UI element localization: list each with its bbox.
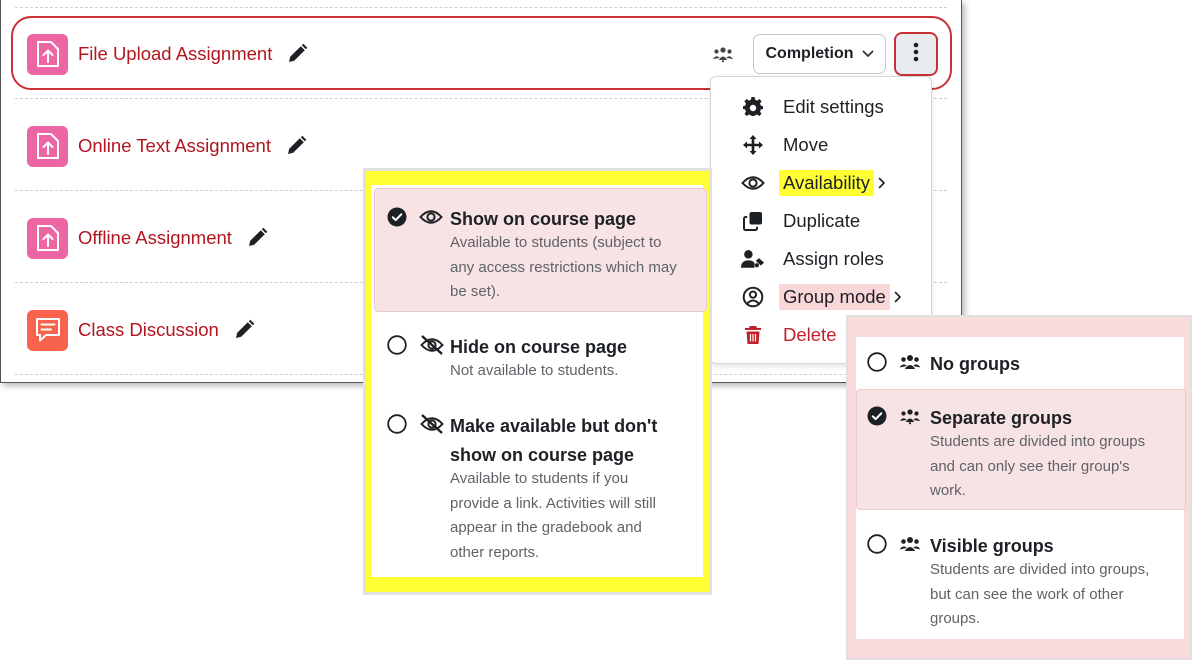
- chevron-right-icon: [894, 291, 902, 303]
- availability-submenu: Show on course page Available to student…: [371, 185, 707, 577]
- row-divider: [15, 7, 947, 8]
- activity-row-online-text[interactable]: Online Text Assignment: [27, 125, 307, 167]
- kebab-menu-icon: [913, 42, 919, 67]
- description-line: Not available to students.: [450, 362, 619, 379]
- visible-groups-icon: [899, 534, 925, 554]
- option-description: Students are divided into groups, but ca…: [930, 558, 1149, 632]
- chevron-right-icon: [878, 177, 886, 189]
- radio-unchecked-icon[interactable]: [867, 352, 887, 372]
- menu-item-label: Availability: [779, 170, 875, 196]
- description-line: but can see the work of other: [930, 585, 1124, 603]
- move-icon: [741, 134, 765, 156]
- option-description: Available to students (subject to any ac…: [450, 231, 677, 305]
- description-line: appear in the gradebook and: [450, 519, 642, 536]
- activity-row-offline[interactable]: Offline Assignment: [27, 217, 268, 259]
- availability-submenu-highlight: Show on course page Available to student…: [363, 168, 712, 595]
- menu-item-delete[interactable]: Delete: [741, 320, 842, 350]
- pencil-icon[interactable]: [285, 135, 307, 157]
- activity-link[interactable]: Class Discussion: [78, 319, 219, 341]
- pencil-icon[interactable]: [246, 227, 268, 249]
- completion-label: Completion: [765, 45, 854, 62]
- description-line: Available to students if you: [450, 470, 629, 487]
- option-title: No groups: [930, 354, 1020, 374]
- option-title: Make available but don't show on course …: [450, 412, 657, 470]
- description-line: and can only see their group's: [930, 457, 1130, 475]
- eye-slash-icon: [419, 335, 445, 355]
- radio-unchecked-icon[interactable]: [387, 414, 407, 434]
- description-line: other reports.: [450, 543, 540, 561]
- radio-unchecked-icon[interactable]: [387, 335, 407, 355]
- eye-icon: [419, 207, 445, 227]
- assignment-icon: [27, 33, 68, 75]
- menu-item-label: Assign roles: [783, 248, 884, 269]
- menu-item-label: Duplicate: [783, 210, 861, 231]
- option-description: Available to students if you provide a l…: [450, 467, 656, 565]
- title-line: show on course page: [450, 445, 635, 465]
- eye-icon: [741, 174, 765, 192]
- assignment-icon: [27, 125, 68, 167]
- activity-link[interactable]: Offline Assignment: [78, 227, 232, 249]
- group-mode-icon: [741, 286, 765, 308]
- title-line: Make available but don't: [450, 416, 658, 436]
- menu-item-availability[interactable]: Availability: [741, 168, 886, 198]
- group-mode-icon[interactable]: [712, 45, 734, 68]
- activity-row-class-discussion[interactable]: Class Discussion: [27, 309, 255, 351]
- option-title: Separate groups: [930, 408, 1073, 428]
- pencil-icon[interactable]: [233, 319, 255, 341]
- menu-item-duplicate[interactable]: Duplicate: [741, 206, 866, 236]
- description-line: groups.: [930, 610, 981, 627]
- menu-item-assign-roles[interactable]: Assign roles: [741, 244, 890, 274]
- separate-groups-icon: [899, 406, 925, 426]
- activity-actions-button[interactable]: [894, 32, 938, 76]
- description-line: work.: [930, 482, 966, 499]
- option-title: Visible groups: [930, 536, 1054, 556]
- group-mode-submenu-highlight: No groups Separate groups Students are d…: [846, 315, 1192, 660]
- forum-icon: [27, 309, 68, 351]
- menu-item-edit-settings[interactable]: Edit settings: [741, 92, 890, 122]
- option-description: Students are divided into groups and can…: [930, 430, 1145, 504]
- menu-item-move[interactable]: Move: [741, 130, 834, 160]
- radio-unchecked-icon[interactable]: [867, 534, 887, 554]
- group-mode-submenu: No groups Separate groups Students are d…: [856, 337, 1186, 639]
- eye-slash-icon: [419, 414, 445, 434]
- assignment-icon: [27, 217, 68, 259]
- activity-row-file-upload[interactable]: File Upload Assignment: [27, 33, 308, 75]
- activity-link[interactable]: Online Text Assignment: [78, 135, 271, 157]
- description-line: Students are divided into groups: [930, 433, 1146, 450]
- description-line: Students are divided into groups,: [930, 561, 1150, 578]
- description-line: any access restrictions which may: [450, 258, 677, 276]
- radio-checked-icon[interactable]: [387, 207, 407, 227]
- completion-dropdown[interactable]: Completion: [753, 34, 886, 74]
- pencil-icon[interactable]: [286, 43, 308, 65]
- menu-item-label: Group mode: [779, 284, 890, 310]
- menu-item-label: Edit settings: [783, 96, 884, 117]
- menu-item-label: Delete: [783, 324, 837, 345]
- description-line: be set).: [450, 283, 501, 300]
- gear-icon: [741, 97, 765, 117]
- menu-item-label: Move: [783, 134, 829, 155]
- option-title: Hide on course page: [450, 337, 628, 357]
- assign-roles-icon: [741, 249, 765, 269]
- option-description: Not available to students.: [450, 359, 618, 384]
- description-line: Available to students (subject to: [450, 234, 662, 251]
- duplicate-icon: [741, 211, 765, 231]
- no-groups-icon: [899, 352, 925, 372]
- chevron-down-icon: [862, 45, 874, 63]
- option-title: Show on course page: [450, 209, 637, 229]
- radio-checked-icon[interactable]: [867, 406, 887, 426]
- description-line: provide a link. Activities will still: [450, 494, 656, 512]
- trash-icon: [741, 325, 765, 345]
- menu-item-group-mode[interactable]: Group mode: [741, 282, 902, 312]
- activity-link[interactable]: File Upload Assignment: [78, 43, 272, 65]
